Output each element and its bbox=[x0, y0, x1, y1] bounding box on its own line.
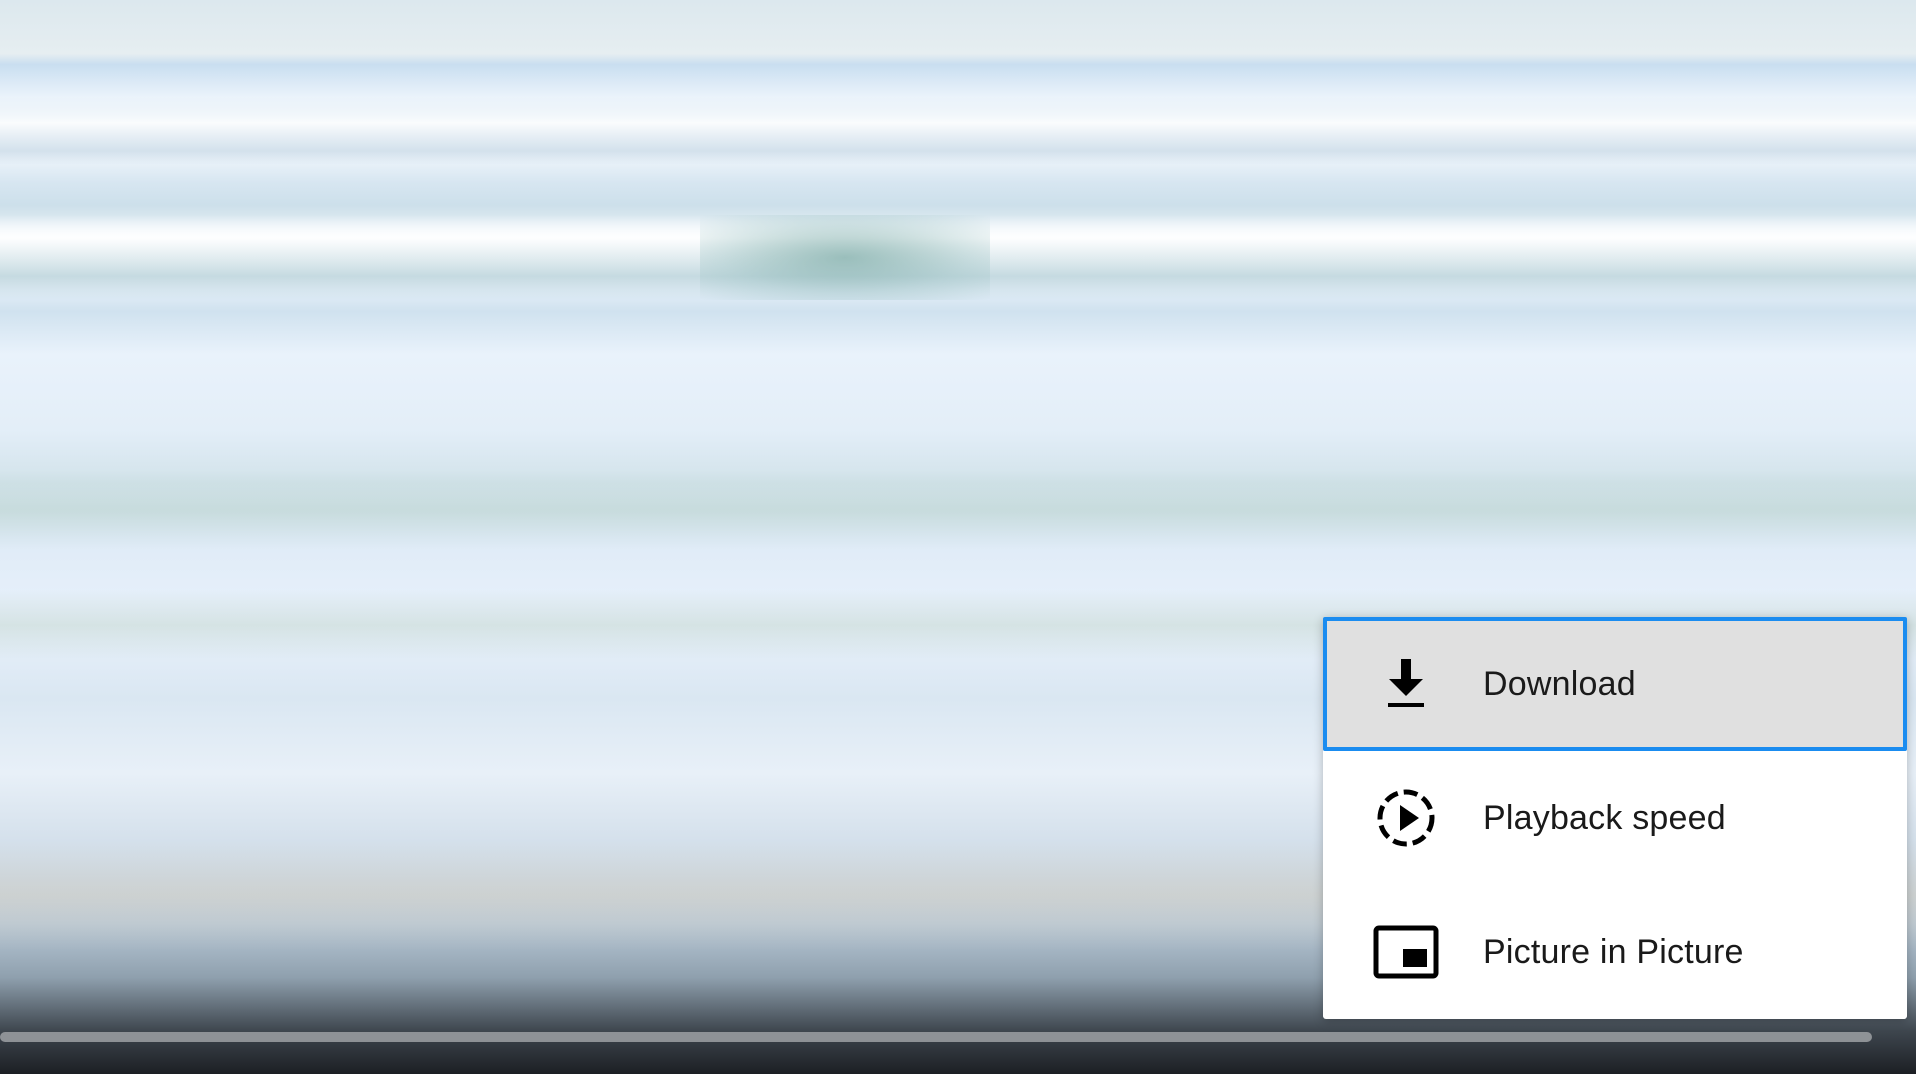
menu-item-download[interactable]: Download bbox=[1323, 617, 1907, 751]
video-player[interactable]: Download Playback speed Picture in Pictu… bbox=[0, 0, 1916, 1074]
seek-bar[interactable] bbox=[0, 1032, 1872, 1042]
menu-item-label: Download bbox=[1483, 664, 1636, 703]
menu-item-playback-speed[interactable]: Playback speed bbox=[1323, 751, 1907, 885]
picture-in-picture-icon bbox=[1371, 917, 1441, 987]
menu-item-picture-in-picture[interactable]: Picture in Picture bbox=[1323, 885, 1907, 1019]
menu-item-label: Playback speed bbox=[1483, 798, 1726, 837]
playback-speed-icon bbox=[1371, 783, 1441, 853]
video-context-menu: Download Playback speed Picture in Pictu… bbox=[1323, 617, 1907, 1019]
wave-band bbox=[0, 95, 1916, 165]
menu-item-label: Picture in Picture bbox=[1483, 932, 1744, 971]
wave-band bbox=[0, 205, 1916, 300]
download-icon bbox=[1371, 649, 1441, 719]
wave-crest bbox=[700, 215, 990, 300]
wave-band bbox=[0, 470, 1916, 550]
